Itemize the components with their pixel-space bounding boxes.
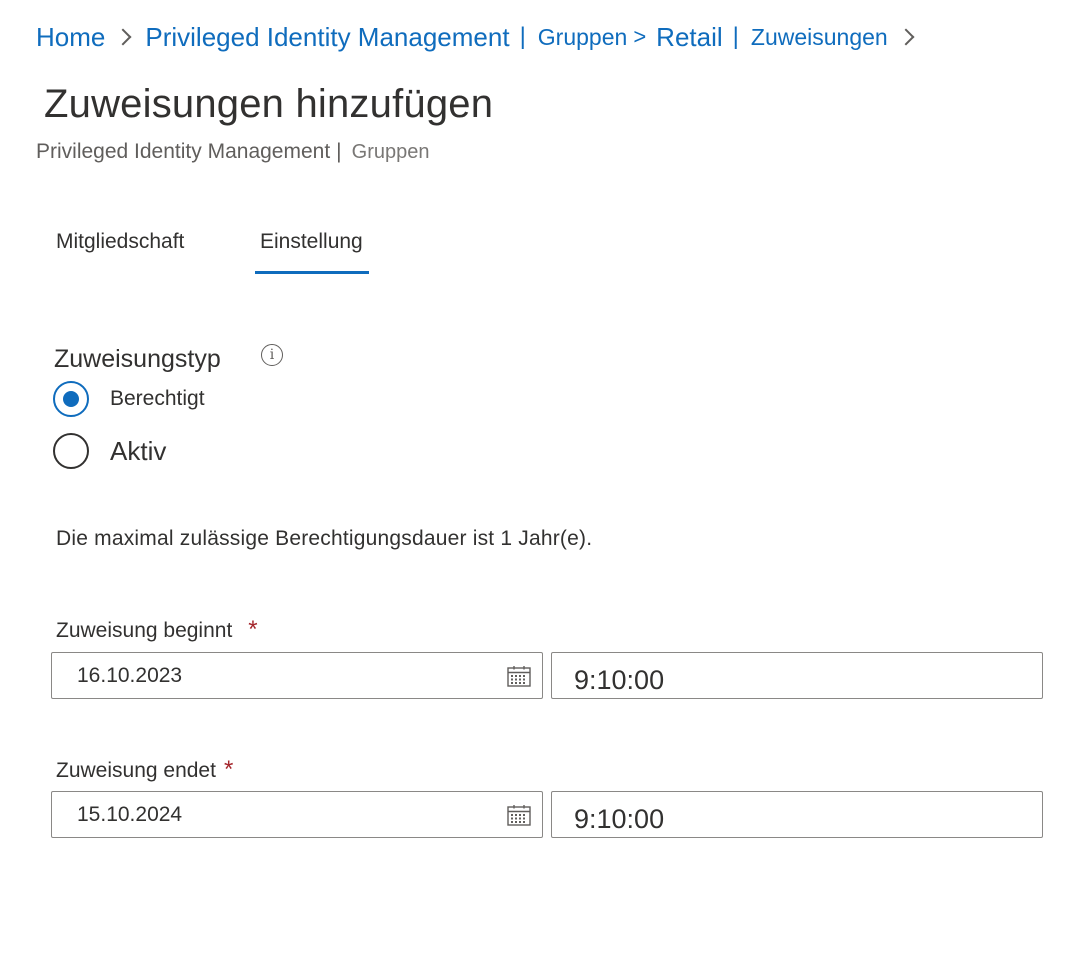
end-label-text: Zuweisung endet: [56, 759, 216, 782]
breadcrumb-retail-link[interactable]: Retail: [656, 22, 722, 53]
max-duration-text: Die maximal zulässige Berechtigungsdauer…: [56, 527, 593, 550]
radio-label-eligible: Berechtigt: [110, 387, 205, 410]
end-date-input[interactable]: 15.10.2024: [51, 791, 543, 838]
start-date-value: 16.10.2023: [77, 663, 183, 687]
calendar-icon[interactable]: [507, 804, 531, 826]
radio-button-active[interactable]: [53, 433, 89, 469]
breadcrumb: Home Privileged Identity Management | Gr…: [36, 20, 928, 54]
end-time-value: 9:10:00: [574, 804, 665, 834]
radio-label-active: Aktiv: [110, 435, 167, 466]
page-subtitle: Privileged Identity Management | Gruppen: [36, 140, 429, 164]
page-title: Zuweisungen hinzufügen: [44, 82, 494, 126]
required-asterisk: *: [248, 616, 258, 643]
breadcrumb-pipe: |: [732, 23, 739, 50]
breadcrumb-pipe: |: [519, 23, 526, 50]
subtitle-pipe: |: [336, 140, 342, 163]
start-label-text: Zuweisung beginnt: [56, 619, 233, 642]
start-time-input[interactable]: 9:10:00: [551, 652, 1043, 699]
tab-membership[interactable]: Mitgliedschaft: [56, 226, 260, 276]
end-date-value: 15.10.2024: [77, 802, 183, 826]
radio-button-eligible[interactable]: [53, 381, 89, 417]
breadcrumb-groups-link[interactable]: Gruppen: [538, 24, 628, 51]
subtitle-main: Privileged Identity Management: [36, 140, 331, 163]
calendar-icon[interactable]: [507, 665, 531, 687]
breadcrumb-gt-separator: >: [633, 24, 647, 49]
radio-option-eligible[interactable]: Berechtigt: [53, 381, 205, 417]
required-asterisk: *: [223, 756, 234, 783]
end-time-input[interactable]: 9:10:00: [551, 791, 1043, 838]
breadcrumb-pim-link[interactable]: Privileged Identity Management: [145, 22, 509, 53]
assignment-type-label: Zuweisungstyp: [54, 345, 221, 373]
end-label: Zuweisung endet *: [56, 756, 233, 784]
radio-option-active[interactable]: Aktiv: [53, 433, 166, 469]
start-label: Zuweisung beginnt *: [56, 616, 258, 644]
chevron-right-icon: [897, 28, 915, 46]
breadcrumb-assignments-link[interactable]: Zuweisungen: [751, 24, 888, 51]
tab-setting[interactable]: Einstellung: [255, 226, 369, 276]
info-icon[interactable]: i: [261, 344, 283, 366]
chevron-right-icon: [114, 28, 132, 46]
breadcrumb-home-link[interactable]: Home: [36, 22, 105, 53]
tab-list: Mitgliedschaft Einstellung: [56, 226, 369, 276]
start-date-input[interactable]: 16.10.2023: [51, 652, 543, 699]
start-time-value: 9:10:00: [574, 665, 665, 695]
subtitle-second: Gruppen: [351, 141, 430, 163]
